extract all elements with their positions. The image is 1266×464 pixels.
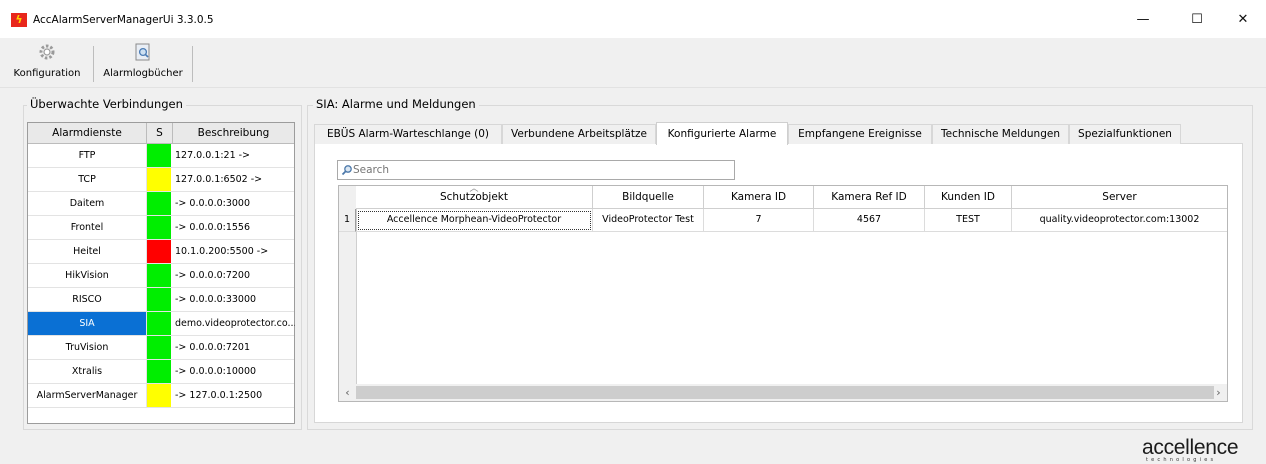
connection-row[interactable]: AlarmServerManager -> 127.0.0.1:2500 xyxy=(28,384,294,408)
status-indicator xyxy=(147,384,171,407)
connections-group-title: Überwachte Verbindungen xyxy=(27,97,186,111)
connection-description: -> 127.0.0.1:2500 xyxy=(175,390,263,401)
connection-description: -> 0.0.0.0:1556 xyxy=(175,222,251,233)
column-header-beschreibung[interactable]: Beschreibung xyxy=(173,123,294,144)
search-input[interactable] xyxy=(353,162,723,178)
connection-description: 127.0.0.1:6502 -> xyxy=(175,174,263,185)
connection-name: FTP xyxy=(28,144,147,167)
connection-name: AlarmServerManager xyxy=(28,384,147,407)
column-header-kamera-ref-id[interactable]: Kamera Ref ID xyxy=(814,186,925,209)
tab-ebues-alarm-warteschlange[interactable]: EBÜS Alarm-Warteschlange (0) xyxy=(314,124,502,144)
logbook-search-icon xyxy=(135,43,150,61)
konfiguration-button[interactable]: Konfiguration xyxy=(4,40,90,86)
connection-name: RISCO xyxy=(28,288,147,311)
row-index[interactable]: 1 xyxy=(339,209,356,232)
column-header-kamera-id[interactable]: Kamera ID xyxy=(704,186,814,209)
sort-up-icon: ︿ xyxy=(469,184,479,194)
connection-description: 10.1.0.200:5500 -> xyxy=(175,246,269,257)
minimize-icon[interactable]: — xyxy=(1126,8,1160,32)
connection-row[interactable]: Heitel 10.1.0.200:5500 -> xyxy=(28,240,294,264)
status-indicator xyxy=(147,264,171,287)
cell-kunden-id[interactable]: TEST xyxy=(925,209,1012,232)
connection-description: -> 0.0.0.0:33000 xyxy=(175,294,257,305)
column-header-status[interactable]: S xyxy=(147,123,173,144)
status-indicator xyxy=(147,288,171,311)
status-indicator xyxy=(147,360,171,383)
status-indicator xyxy=(147,192,171,215)
connection-name: TCP xyxy=(28,168,147,191)
status-indicator xyxy=(147,144,171,167)
alarmlogbuecher-button[interactable]: Alarmlogbücher xyxy=(97,40,189,86)
tab-empfangene-ereignisse[interactable]: Empfangene Ereignisse xyxy=(788,124,932,144)
connection-name: TruVision xyxy=(28,336,147,359)
column-header-alarmdienste[interactable]: Alarmdienste xyxy=(28,123,147,144)
connection-name: Frontel xyxy=(28,216,147,239)
connection-row[interactable]: HikVision -> 0.0.0.0:7200 xyxy=(28,264,294,288)
connection-row[interactable]: TruVision -> 0.0.0.0:7201 xyxy=(28,336,294,360)
cell-schutzobjekt[interactable]: Accellence Morphean-VideoProtector xyxy=(356,209,593,232)
maximize-icon[interactable]: ☐ xyxy=(1180,8,1214,32)
column-header-kunden-id[interactable]: Kunden ID xyxy=(925,186,1012,209)
column-header-server[interactable]: Server xyxy=(1012,186,1227,209)
connection-name: Xtralis xyxy=(28,360,147,383)
status-indicator xyxy=(147,168,171,191)
connection-description: 127.0.0.1:21 -> xyxy=(175,150,251,161)
accellence-logo-subtext: technologies xyxy=(1146,457,1217,463)
cell-kamera-id[interactable]: 7 xyxy=(704,209,814,232)
status-indicator xyxy=(147,336,171,359)
connection-row[interactable]: Frontel -> 0.0.0.0:1556 xyxy=(28,216,294,240)
toolbar-separator xyxy=(192,46,193,82)
konfiguration-label: Konfiguration xyxy=(13,68,81,79)
app-flash-icon[interactable]: ϟ xyxy=(11,13,27,27)
connection-name: Daitem xyxy=(28,192,147,215)
connection-name: Heitel xyxy=(28,240,147,263)
alarms-grid[interactable]: ︿ Schutzobjekt Bildquelle Kamera ID Kame… xyxy=(338,184,1228,402)
scrollbar-thumb[interactable] xyxy=(356,386,1214,399)
connection-row[interactable]: TCP 127.0.0.1:6502 -> xyxy=(28,168,294,192)
gear-icon xyxy=(39,44,55,60)
connection-row[interactable]: Daitem -> 0.0.0.0:3000 xyxy=(28,192,294,216)
connection-name: SIA xyxy=(28,312,147,335)
toolbar: Konfiguration Alarmlogbücher xyxy=(0,38,1266,88)
scroll-left-icon[interactable]: ‹ xyxy=(339,384,356,401)
toolbar-separator xyxy=(93,46,94,82)
column-header-schutzobjekt[interactable]: ︿ Schutzobjekt xyxy=(356,184,593,209)
title-bar: ϟ AccAlarmServerManagerUi 3.3.0.5 — ☐ ✕ xyxy=(0,0,1266,38)
alarms-group-title: SIA: Alarme und Meldungen xyxy=(313,97,479,111)
tab-verbundene-arbeitsplaetze[interactable]: Verbundene Arbeitsplätze xyxy=(502,124,656,144)
connection-description: -> 0.0.0.0:7201 xyxy=(175,342,251,353)
status-indicator xyxy=(147,216,171,239)
connection-description: demo.videoprotector.co... xyxy=(175,318,295,329)
tab-konfigurierte-alarme[interactable]: Konfigurierte Alarme xyxy=(656,122,788,145)
horizontal-scrollbar[interactable]: ‹ › xyxy=(339,384,1227,401)
scroll-right-icon[interactable]: › xyxy=(1210,384,1227,401)
connection-description: -> 0.0.0.0:10000 xyxy=(175,366,257,377)
status-indicator xyxy=(147,240,171,263)
connection-row[interactable]: SIA demo.videoprotector.co... xyxy=(28,312,295,336)
connection-row[interactable]: Xtralis -> 0.0.0.0:10000 xyxy=(28,360,294,384)
status-indicator xyxy=(147,312,171,335)
search-box[interactable] xyxy=(337,160,735,180)
window-title: AccAlarmServerManagerUi 3.3.0.5 xyxy=(33,14,214,26)
connection-description: -> 0.0.0.0:7200 xyxy=(175,270,251,281)
search-icon xyxy=(341,165,352,176)
connection-name: HikVision xyxy=(28,264,147,287)
cell-server[interactable]: quality.videoprotector.com:13002 xyxy=(1012,209,1227,232)
connection-row[interactable]: FTP 127.0.0.1:21 -> xyxy=(28,144,294,168)
alarmlogbuecher-label: Alarmlogbücher xyxy=(103,68,183,79)
close-icon[interactable]: ✕ xyxy=(1226,8,1260,32)
column-header-bildquelle[interactable]: Bildquelle xyxy=(593,186,704,209)
connection-description: -> 0.0.0.0:3000 xyxy=(175,198,251,209)
cell-bildquelle[interactable]: VideoProtector Test xyxy=(593,209,704,232)
tab-spezialfunktionen[interactable]: Spezialfunktionen xyxy=(1069,124,1181,144)
cell-kamera-ref-id[interactable]: 4567 xyxy=(814,209,925,232)
connection-row[interactable]: RISCO -> 0.0.0.0:33000 xyxy=(28,288,294,312)
tab-technische-meldungen[interactable]: Technische Meldungen xyxy=(932,124,1069,144)
connections-table[interactable]: Alarmdienste S Beschreibung FTP 127.0.0.1… xyxy=(27,122,295,424)
